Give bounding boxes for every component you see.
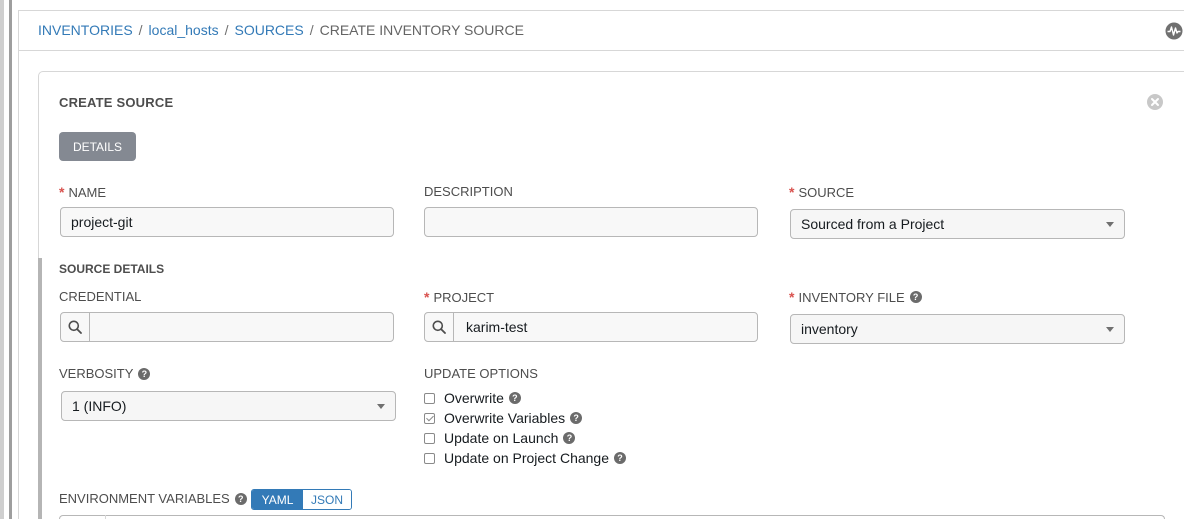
environment-variables-label-text: ENVIRONMENT VARIABLES (59, 491, 230, 506)
breadcrumb-inventories[interactable]: INVENTORIES (38, 22, 133, 38)
project-label-text: PROJECT (433, 289, 495, 305)
option-overwrite[interactable]: Overwrite ? (424, 390, 521, 406)
top-border (18, 10, 1184, 11)
update-on-project-change-label: Update on Project Change (444, 450, 609, 466)
credential-label-text: CREDENTIAL (59, 289, 142, 304)
chevron-down-icon (1106, 221, 1114, 227)
option-update-on-launch[interactable]: Update on Launch ? (424, 430, 576, 446)
source-select[interactable]: Sourced from a Project (790, 209, 1125, 239)
overwrite-checkbox[interactable] (424, 392, 435, 404)
editor-gutter (105, 515, 106, 519)
breadcrumb-divider (18, 50, 1184, 51)
help-icon[interactable]: ? (138, 367, 151, 380)
overwrite-variables-label: Overwrite Variables (444, 410, 566, 426)
update-options-label-text: UPDATE OPTIONS (424, 366, 538, 381)
help-icon[interactable]: ? (508, 392, 521, 404)
inventory-file-select[interactable]: inventory (790, 314, 1125, 344)
verbosity-select[interactable]: 1 (INFO) (61, 391, 396, 421)
breadcrumb-separator: / (138, 22, 143, 38)
verbosity-label-text: VERBOSITY (59, 366, 134, 381)
panel-left-accent (38, 258, 42, 519)
update-options-label: UPDATE OPTIONS (424, 366, 538, 381)
update-on-launch-label: Update on Launch (444, 430, 559, 446)
chevron-down-icon (377, 403, 385, 409)
source-details-title: SOURCE DETAILS (59, 262, 165, 276)
name-field-value: project-git (71, 214, 133, 230)
option-update-on-project-change[interactable]: Update on Project Change ? (424, 450, 626, 466)
help-icon[interactable]: ? (563, 432, 576, 444)
source-select-value: Sourced from a Project (801, 216, 945, 232)
name-field[interactable]: project-git (60, 207, 394, 237)
search-icon (432, 320, 446, 334)
credential-lookup[interactable] (60, 312, 394, 342)
update-on-launch-checkbox[interactable] (424, 432, 435, 444)
breadcrumb-separator: / (224, 22, 229, 38)
overwrite-variables-checkbox[interactable] (424, 412, 435, 424)
source-label-text: SOURCE (798, 184, 855, 200)
tab-details[interactable]: DETAILS (59, 132, 136, 161)
required-marker: * (59, 184, 65, 200)
help-icon[interactable]: ? (570, 412, 583, 424)
help-icon[interactable]: ? (909, 291, 922, 303)
inventory-file-label: * INVENTORY FILE ? (789, 289, 922, 305)
chevron-down-icon (1106, 326, 1114, 332)
environment-variables-editor[interactable] (59, 515, 1165, 519)
description-label: DESCRIPTION (424, 184, 513, 199)
credential-label: CREDENTIAL (59, 289, 141, 304)
name-label: * NAME (59, 184, 106, 200)
left-border (18, 10, 19, 519)
yaml-toggle-button[interactable]: YAML (252, 490, 303, 509)
verbosity-value: 1 (INFO) (72, 398, 127, 414)
update-on-project-change-checkbox[interactable] (424, 452, 435, 464)
project-label: * PROJECT (424, 289, 494, 305)
breadcrumb-current: CREATE INVENTORY SOURCE (319, 22, 524, 38)
required-marker: * (789, 184, 795, 200)
breadcrumb-sources[interactable]: SOURCES (234, 22, 303, 38)
project-search-button[interactable] (425, 313, 454, 341)
project-value: karim-test (466, 319, 528, 335)
overwrite-label: Overwrite (444, 390, 504, 406)
option-overwrite-variables[interactable]: Overwrite Variables ? (424, 410, 583, 426)
left-scroll-handle[interactable] (9, 0, 12, 519)
verbosity-label: VERBOSITY ? (59, 366, 151, 381)
inventory-file-value: inventory (801, 321, 858, 337)
breadcrumb: INVENTORIES / local_hosts / SOURCES / CR… (38, 22, 524, 38)
required-marker: * (424, 289, 430, 305)
description-field[interactable] (424, 207, 758, 237)
description-label-text: DESCRIPTION (424, 184, 513, 199)
environment-variables-label: ENVIRONMENT VARIABLES ? (59, 491, 247, 506)
help-icon[interactable]: ? (234, 492, 247, 505)
close-icon[interactable] (1147, 94, 1163, 110)
json-toggle-button[interactable]: JSON (303, 490, 351, 509)
activity-stream-icon[interactable] (1165, 22, 1183, 40)
breadcrumb-local-hosts[interactable]: local_hosts (149, 22, 219, 38)
search-icon (68, 320, 82, 334)
name-label-text: NAME (68, 184, 107, 200)
breadcrumb-separator: / (309, 22, 314, 38)
yaml-json-toggle: YAML JSON (251, 489, 352, 510)
panel-title: CREATE SOURCE (59, 95, 174, 110)
help-icon[interactable]: ? (614, 452, 626, 464)
credential-search-button[interactable] (61, 313, 90, 341)
left-scroll-track (0, 0, 4, 519)
required-marker: * (789, 289, 795, 305)
source-label: * SOURCE (789, 184, 854, 200)
project-lookup[interactable]: karim-test (424, 312, 758, 342)
inventory-file-label-text: INVENTORY FILE (798, 289, 905, 305)
